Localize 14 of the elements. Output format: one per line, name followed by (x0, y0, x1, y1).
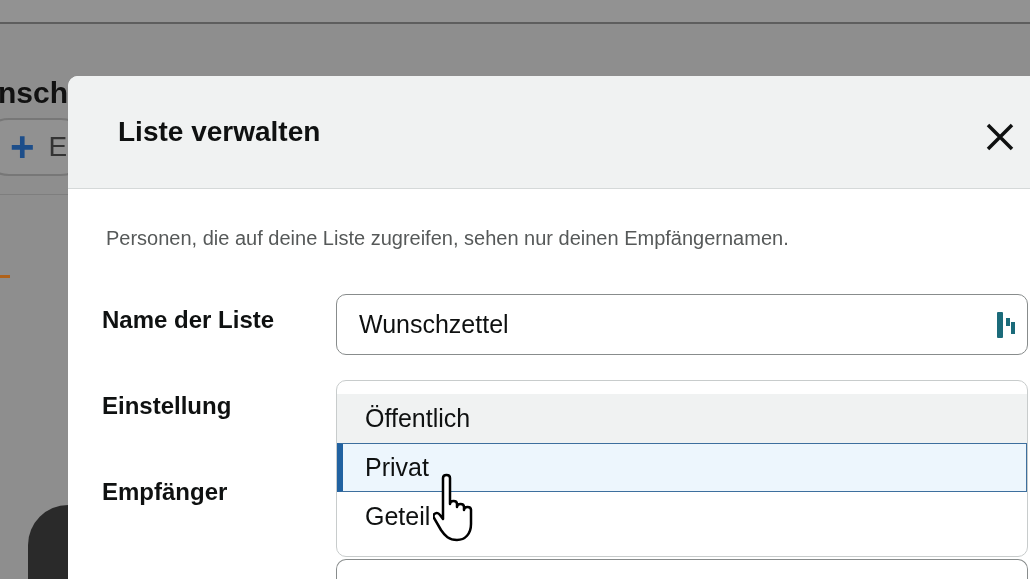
bars-icon (995, 310, 1017, 340)
dialog-title: Liste verwalten (118, 116, 321, 148)
dropdown-option[interactable]: Privat (337, 443, 1027, 492)
info-text: Personen, die auf deine Liste zugreifen, sehen nur deinen Empfängernamen. (106, 227, 790, 250)
page-title: nsch (0, 76, 69, 110)
close-icon[interactable] (985, 122, 1015, 152)
field-label: Name der Liste (102, 306, 276, 334)
list-name-field[interactable]: Wunschzettel (336, 294, 1028, 355)
recipient-field[interactable] (336, 559, 1028, 579)
field-label: Einstellung (102, 392, 233, 420)
dropdown-option[interactable]: Öffentlich (337, 394, 1027, 443)
tab-underline (0, 275, 10, 278)
dropdown-option[interactable]: Geteil (337, 492, 1027, 541)
field-label: Empfänger (102, 478, 229, 506)
